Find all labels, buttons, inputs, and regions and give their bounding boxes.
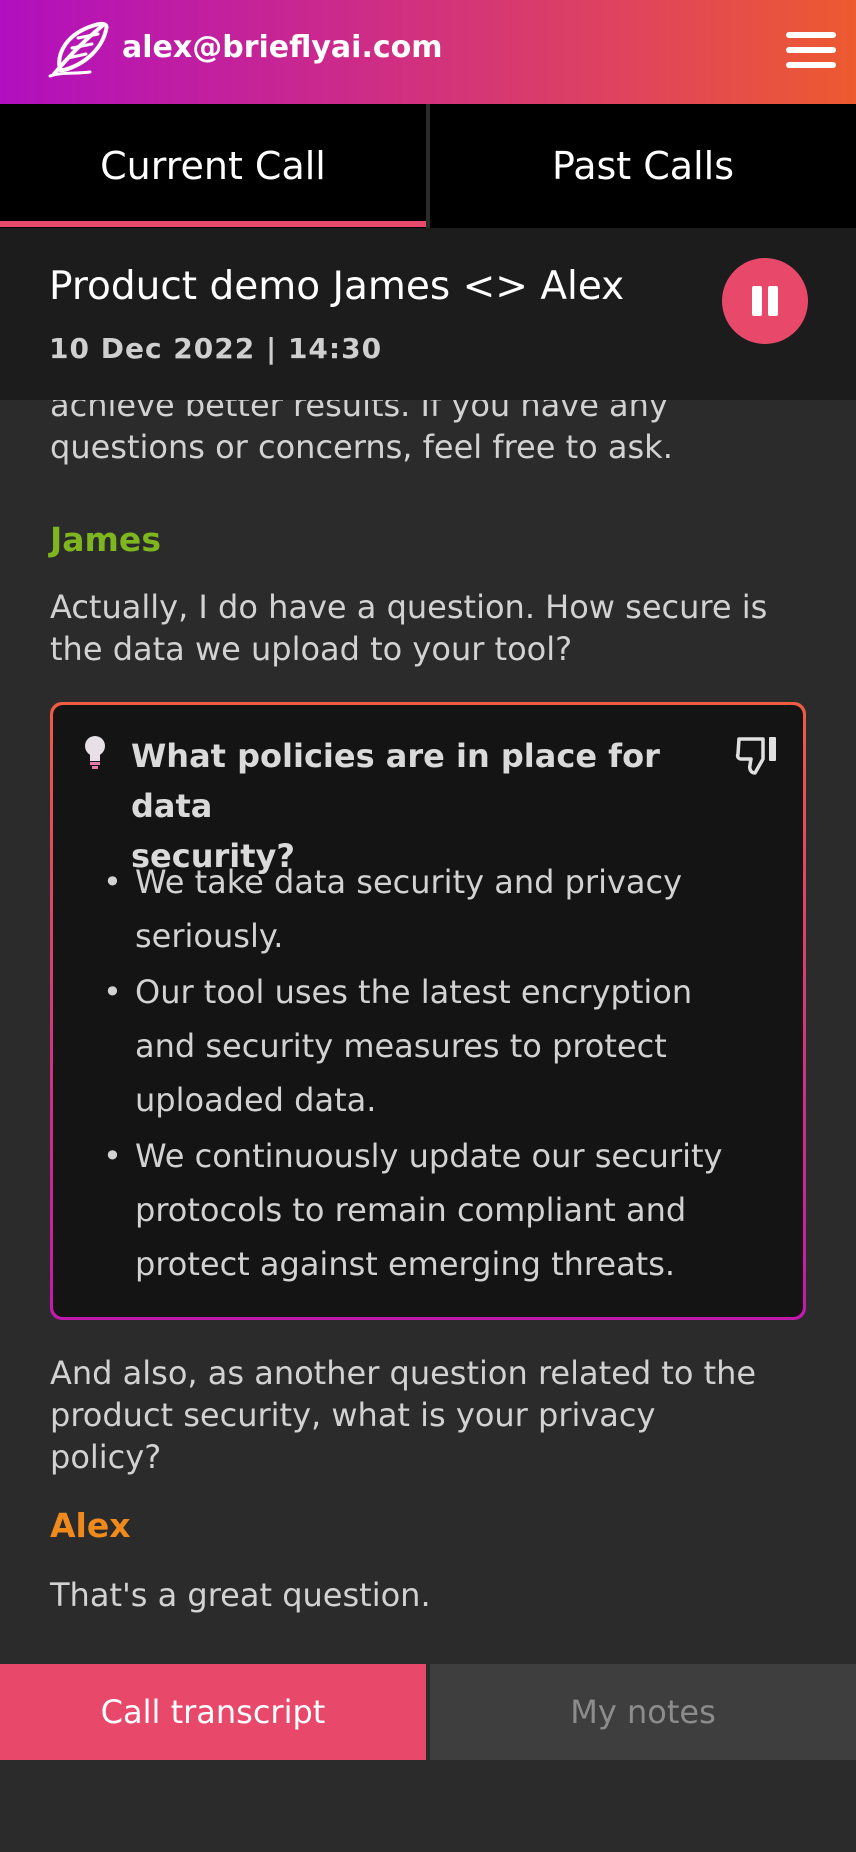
feather-logo-icon [48,21,109,78]
pause-icon-bar-right [768,286,778,316]
speaker-label-alex: Alex [50,1506,131,1545]
suggestion-card-body: What policies are in place for data secu… [53,705,803,1317]
bullet-line: We take data security and privacy [135,863,683,901]
transcript-text: And also, as another question related to… [50,1354,757,1392]
bullet-line: Our tool uses the latest encryption [135,973,693,1011]
thumbs-down-icon[interactable] [735,733,781,775]
transcript-text: That's a great question. [50,1576,431,1614]
bullet-dot: • [103,1137,122,1175]
tab-past-calls[interactable]: Past Calls [430,104,856,228]
bottom-tabs: Call transcript My notes [0,1664,856,1760]
call-title: Product demo James <> Alex [49,264,625,309]
tab-current-call-label: Current Call [100,144,326,188]
app: alex@brieflyai.com Current Call Past Cal… [0,0,856,1852]
bullet-dot: • [103,863,122,901]
call-header: Product demo James <> Alex 10 Dec 2022 |… [0,228,856,400]
lightbulb-icon [85,736,105,769]
call-date: 10 Dec 2022 | 14:30 [49,332,383,365]
transcript-text: product security, what is your privacy [50,1396,656,1434]
user-email: alex@brieflyai.com [122,30,443,65]
transcript-text: policy? [50,1438,162,1476]
hamburger-menu-icon[interactable] [786,30,836,70]
suggestion-bullet: • We take data security and privacy seri… [103,855,763,963]
bullet-line: seriously. [135,917,284,955]
suggestion-card: What policies are in place for data secu… [50,702,806,1320]
transcript-text: the data we upload to your tool? [50,630,573,668]
tab-current-call[interactable]: Current Call [0,104,426,228]
top-bar: alex@brieflyai.com [0,0,856,104]
suggestion-bullet: • We continuously update our security pr… [103,1129,763,1291]
active-tab-indicator [0,221,426,227]
suggestion-title-line: What policies are in place for data [131,737,660,825]
suggestion-bullet: • Our tool uses the latest encryption an… [103,965,763,1127]
bullet-dot: • [103,973,122,1011]
tab-past-calls-label: Past Calls [551,144,734,188]
tab-call-transcript-label: Call transcript [100,1693,326,1731]
pause-icon-bar-left [752,286,762,316]
bullet-line: and security measures to protect [135,1027,667,1065]
pause-button[interactable] [722,258,808,344]
tab-my-notes[interactable]: My notes [430,1664,856,1760]
bullet-line: We continuously update our security [135,1137,723,1175]
bullet-line: protect against emerging threats. [135,1245,676,1283]
transcript-text: achieve better results. If you have any [50,400,668,424]
transcript-text: Actually, I do have a question. How secu… [50,588,768,626]
bullet-line: uploaded data. [135,1081,377,1119]
call-tabs: Current Call Past Calls [0,104,856,228]
bullet-line: protocols to remain compliant and [135,1191,687,1229]
tab-call-transcript[interactable]: Call transcript [0,1664,426,1760]
tab-my-notes-label: My notes [570,1693,716,1731]
transcript-panel[interactable]: achieve better results. If you have any … [0,400,856,1664]
suggestion-bullet-list: • We take data security and privacy seri… [103,855,763,1293]
speaker-label-james: James [50,520,161,559]
transcript-text: questions or concerns, feel free to ask. [50,428,673,466]
bottom-spacer [0,1760,856,1852]
